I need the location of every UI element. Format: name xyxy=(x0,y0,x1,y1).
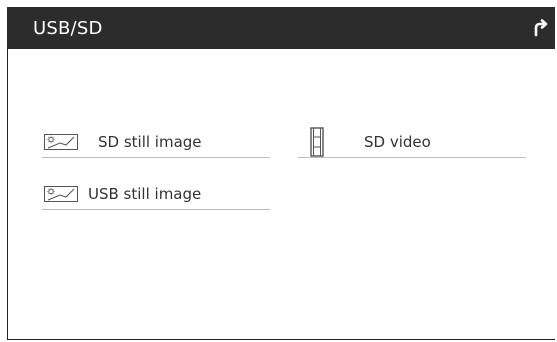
usb-still-image-button[interactable]: USB still image xyxy=(42,178,270,210)
back-button[interactable] xyxy=(525,7,555,49)
title-bar: USB/SD xyxy=(7,7,555,49)
sd-still-image-button[interactable]: SD still image xyxy=(42,126,270,158)
still-image-icon xyxy=(44,133,78,150)
sd-video-label: SD video xyxy=(364,132,431,151)
return-arrow-icon xyxy=(534,19,548,37)
still-image-icon xyxy=(44,185,78,202)
sd-video-button[interactable]: SD video xyxy=(298,126,526,158)
screen-frame xyxy=(7,7,555,340)
sd-still-image-label: SD still image xyxy=(98,132,202,151)
film-strip-icon xyxy=(310,126,324,157)
page-title: USB/SD xyxy=(33,17,103,39)
usb-still-image-label: USB still image xyxy=(88,184,202,203)
